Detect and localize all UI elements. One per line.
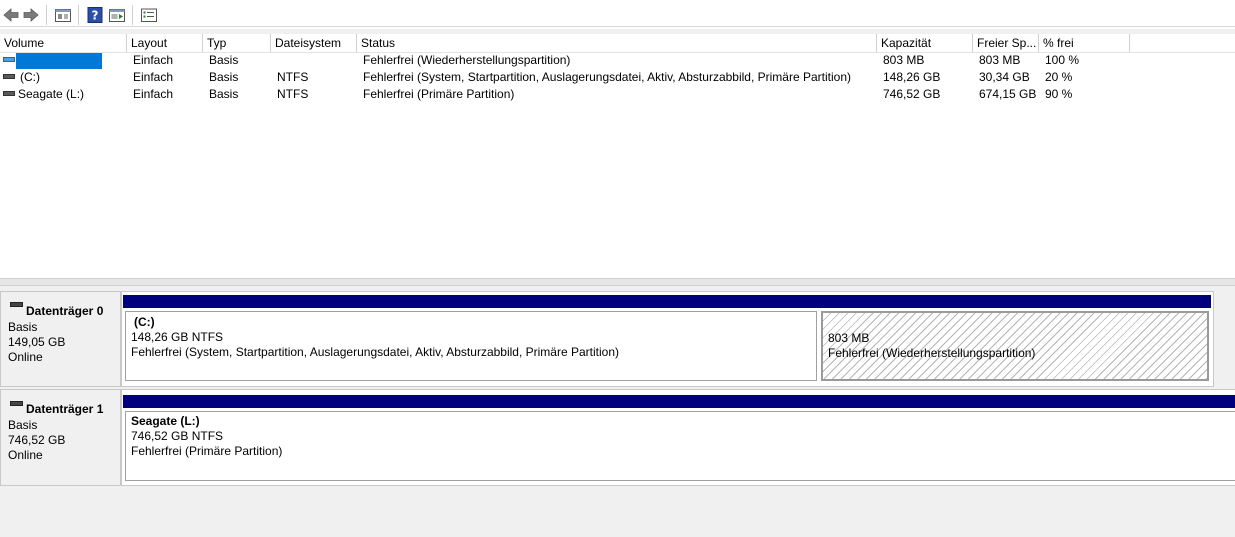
partition-header-bar <box>123 395 1235 408</box>
table-row[interactable]: Seagate (L:) Einfach Basis NTFS Fehlerfr… <box>0 86 1235 103</box>
cell-freier-speicher: 30,34 GB <box>979 70 1030 84</box>
cell-prozent-frei: 20 % <box>1045 70 1073 84</box>
properties-icon[interactable] <box>140 6 158 24</box>
column-header-volume[interactable]: Volume <box>0 34 127 52</box>
volume-icon <box>3 57 15 62</box>
volume-icon <box>3 91 15 96</box>
cell-typ: Basis <box>209 70 239 84</box>
cell-kapazitaet: 803 MB <box>883 53 925 67</box>
disk-0-label[interactable]: Datenträger 0 Basis 149,05 GB Online <box>0 291 121 387</box>
column-header-dateisystem[interactable]: Dateisystem <box>271 34 357 52</box>
disk-state: Online <box>8 350 43 364</box>
svg-text:?: ? <box>92 9 99 23</box>
partition-status: Fehlerfrei (System, Startpartition, Ausl… <box>131 345 619 359</box>
cell-prozent-frei: 90 % <box>1045 87 1073 101</box>
toolbar-divider <box>0 26 1235 27</box>
column-header-typ[interactable]: Typ <box>203 34 271 52</box>
cell-layout: Einfach <box>133 87 174 101</box>
disk-1-partitions: Seagate (L:) 746,52 GB NTFS Fehlerfrei (… <box>121 389 1235 486</box>
column-header-row: Volume Layout Typ Dateisystem Status Kap… <box>0 34 1235 53</box>
table-row[interactable]: Einfach Basis Fehlerfrei (Wiederherstell… <box>0 52 1235 69</box>
toolbar-separator <box>46 5 47 25</box>
cell-volume: (C:) <box>20 70 40 84</box>
cell-kapazitaet: 746,52 GB <box>883 87 941 101</box>
column-header-layout[interactable]: Layout <box>127 34 203 52</box>
cell-layout: Einfach <box>133 70 174 84</box>
volume-name-selected[interactable] <box>16 53 102 69</box>
cell-status: Fehlerfrei (Primäre Partition) <box>363 87 515 101</box>
disk-icon <box>10 401 23 406</box>
volume-list[interactable]: Volume Layout Typ Dateisystem Status Kap… <box>0 34 1235 278</box>
disk-type: Basis <box>8 320 38 334</box>
cell-typ: Basis <box>209 87 239 101</box>
toolbar: ? <box>0 0 1235 29</box>
table-row[interactable]: (C:) Einfach Basis NTFS Fehlerfrei (Syst… <box>0 69 1235 86</box>
forward-arrow-icon[interactable] <box>22 6 40 24</box>
partition-header-bar <box>819 295 1211 308</box>
cell-freier-speicher: 674,15 GB <box>979 87 1037 101</box>
partition-size: 803 MB <box>828 331 870 345</box>
disk-0-partitions: (C:) 148,26 GB NTFS Fehlerfrei (System, … <box>121 291 1214 387</box>
action-pane-icon[interactable] <box>108 6 126 24</box>
column-header-prozent-frei[interactable]: % frei <box>1039 34 1130 52</box>
cell-status: Fehlerfrei (System, Startpartition, Ausl… <box>363 70 851 84</box>
cell-prozent-frei: 100 % <box>1045 53 1080 67</box>
disk-icon <box>10 302 23 307</box>
disk-title: Datenträger 0 <box>26 304 104 318</box>
cell-freier-speicher: 803 MB <box>979 53 1021 67</box>
disk-view: Datenträger 0 Basis 149,05 GB Online (C:… <box>0 286 1235 537</box>
partition-status: Fehlerfrei (Wiederherstellungspartition) <box>828 346 1036 360</box>
pane-splitter[interactable] <box>0 278 1235 286</box>
help-icon[interactable]: ? <box>86 6 104 24</box>
partition-name: Seagate (L:) <box>131 414 200 428</box>
column-header-freier-speicher[interactable]: Freier Sp... <box>973 34 1039 52</box>
disk-state: Online <box>8 448 43 462</box>
partition-body-selected: 803 MB Fehlerfrei (Wiederherstellungspar… <box>821 311 1209 381</box>
cell-volume: Seagate (L:) <box>18 87 85 101</box>
partition-size: 148,26 GB NTFS <box>131 330 224 344</box>
disk-type: Basis <box>8 418 38 432</box>
partition-body: (C:) 148,26 GB NTFS Fehlerfrei (System, … <box>125 311 817 381</box>
cell-status: Fehlerfrei (Wiederherstellungspartition) <box>363 53 571 67</box>
volume-icon <box>3 74 15 79</box>
cell-typ: Basis <box>209 53 239 67</box>
disk-size: 149,05 GB <box>8 335 66 349</box>
cell-layout: Einfach <box>133 53 174 67</box>
column-header-kapazitaet[interactable]: Kapazität <box>877 34 973 52</box>
cell-kapazitaet: 148,26 GB <box>883 70 941 84</box>
back-arrow-icon[interactable] <box>2 6 20 24</box>
partition-header-bar <box>123 295 819 308</box>
column-header-status[interactable]: Status <box>357 34 877 52</box>
disk-title: Datenträger 1 <box>26 402 104 416</box>
disk-size: 746,52 GB <box>8 433 66 447</box>
disk-1-label[interactable]: Datenträger 1 Basis 746,52 GB Online <box>0 389 121 486</box>
partition-seagate[interactable]: Seagate (L:) 746,52 GB NTFS Fehlerfrei (… <box>123 395 1235 483</box>
console-view-icon[interactable] <box>54 6 72 24</box>
partition-body: Seagate (L:) 746,52 GB NTFS Fehlerfrei (… <box>125 411 1235 481</box>
partition-c[interactable]: (C:) 148,26 GB NTFS Fehlerfrei (System, … <box>123 295 819 383</box>
cell-dateisystem: NTFS <box>277 87 309 101</box>
cell-dateisystem: NTFS <box>277 70 309 84</box>
partition-status: Fehlerfrei (Primäre Partition) <box>131 444 283 458</box>
toolbar-separator <box>78 5 79 25</box>
partition-name: (C:) <box>134 315 155 329</box>
partition-size: 746,52 GB NTFS <box>131 429 224 443</box>
partition-recovery[interactable]: 803 MB Fehlerfrei (Wiederherstellungspar… <box>819 295 1211 383</box>
toolbar-separator <box>132 5 133 25</box>
